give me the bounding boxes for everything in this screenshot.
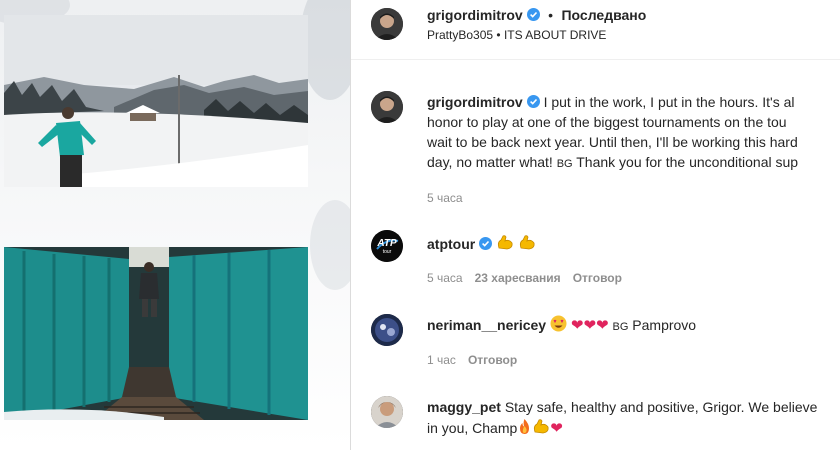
fire-emoji-icon — [517, 418, 532, 440]
video-frame-mountains — [4, 15, 308, 187]
mountain-scene-illustration — [4, 15, 308, 187]
verified-badge-icon — [526, 8, 540, 21]
verified-badge-icon — [479, 237, 493, 250]
flag-bg-icon: BG — [556, 158, 573, 170]
reply-button[interactable]: Отговор — [573, 271, 622, 285]
flexed-biceps-emoji-icon — [532, 417, 550, 440]
reply-button[interactable]: Отговор — [468, 353, 517, 367]
comment-row: maggy_pet Stay safe, healthy and positiv… — [427, 397, 817, 440]
post-media[interactable] — [0, 0, 350, 450]
author-username[interactable]: grigordimitrov — [427, 7, 523, 23]
flag-bg-icon: BG — [612, 321, 629, 333]
tunnel-scene-illustration — [4, 247, 308, 420]
caption-author-avatar[interactable] — [371, 91, 403, 123]
audio-line[interactable]: PrattyBo305 • ITS ABOUT DRIVE — [427, 28, 606, 42]
comment-username[interactable]: atptour — [427, 236, 475, 252]
red-heart-emoji-icon: ❤ — [583, 317, 597, 334]
comment-likes[interactable]: 23 харесвания — [475, 271, 561, 285]
comment-username[interactable]: neriman__nericey — [427, 317, 546, 333]
comment-username[interactable]: maggy_pet — [427, 399, 501, 415]
comment-row: neriman__nericey ❤❤❤ BG Pamprovo — [427, 315, 696, 337]
heart-eyes-emoji-icon — [550, 315, 567, 337]
atptour-avatar[interactable]: ATP tour — [371, 230, 403, 262]
verified-badge-icon — [526, 95, 540, 108]
caption-line: day, no matter what! BG Thank you for th… — [427, 152, 798, 174]
comment-line: in you, Champ ❤ — [427, 417, 817, 440]
avatar-portrait-icon — [371, 8, 403, 40]
author-avatar[interactable] — [371, 8, 403, 40]
video-frame-tunnel — [4, 247, 308, 420]
caption-text: day, no matter what! — [427, 154, 557, 170]
comment-text: in you, Champ — [427, 420, 518, 436]
background-tree — [310, 200, 350, 290]
atp-logo-sub: tour — [382, 249, 392, 255]
red-heart-emoji-icon: ❤ — [596, 317, 609, 334]
commenter-avatar[interactable] — [371, 396, 403, 428]
comment-time[interactable]: 5 часа — [427, 271, 463, 285]
caption-line: wait to be back next year. Until then, I… — [427, 134, 798, 150]
following-button[interactable]: Последвано — [561, 7, 646, 23]
avatar-photo-icon — [371, 396, 403, 428]
caption-timestamp[interactable]: 5 часа — [427, 191, 463, 205]
flexed-biceps-emoji-icon — [518, 233, 536, 256]
caption-text: Thank you for the unconditional sup — [572, 154, 799, 170]
post-details-panel: grigordimitrov • Последвано PrattyBo305 … — [350, 0, 840, 450]
atp-logo-text: ATP — [377, 238, 397, 249]
caption-line: grigordimitrov I put in the work, I put … — [427, 92, 798, 112]
comment-meta: 5 часа 23 харесвания Отговор — [427, 271, 622, 285]
post-caption: grigordimitrov I put in the work, I put … — [427, 92, 798, 174]
comment-line: maggy_pet Stay safe, healthy and positiv… — [427, 397, 817, 417]
comment-meta: 1 час Отговор — [427, 353, 517, 367]
audio-separator: • — [496, 28, 501, 42]
caption-text: I put in the work, I put in the hours. I… — [543, 94, 795, 110]
red-heart-emoji-icon: ❤ — [570, 317, 584, 334]
author-line: grigordimitrov • Последвано — [427, 7, 646, 25]
follow-separator: • — [548, 7, 554, 23]
audio-title[interactable]: ITS ABOUT DRIVE — [504, 28, 606, 42]
comment-text: Pamprovo — [628, 317, 697, 333]
comment-text: Stay safe, healthy and positive, Grigor.… — [504, 399, 818, 415]
comment-time[interactable]: 1 час — [427, 353, 456, 367]
audio-artist[interactable]: PrattyBo305 — [427, 28, 493, 42]
comment-row: atptour — [427, 233, 536, 256]
flexed-biceps-emoji-icon — [496, 233, 514, 256]
red-heart-emoji-icon: ❤ — [550, 420, 563, 437]
avatar-portrait-icon — [371, 91, 403, 123]
post-header: grigordimitrov • Последвано PrattyBo305 … — [351, 0, 840, 60]
caption-line: honor to play at one of the biggest tour… — [427, 114, 787, 130]
avatar-photo-icon — [371, 314, 403, 346]
commenter-avatar[interactable] — [371, 314, 403, 346]
caption-author-username[interactable]: grigordimitrov — [427, 94, 523, 110]
